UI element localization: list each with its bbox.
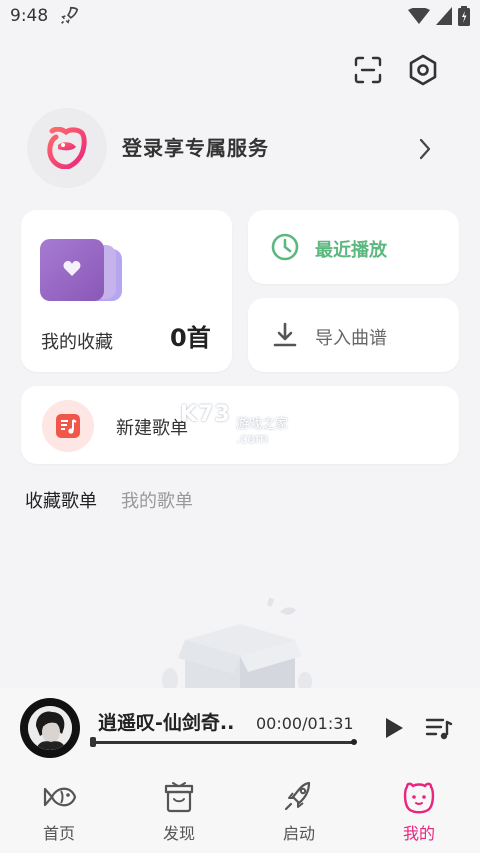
chevron-right-icon[interactable] (414, 136, 436, 162)
album-photo (28, 706, 72, 750)
nav-discover-label: 发现 (162, 824, 195, 843)
playlist-icon[interactable] (424, 714, 454, 742)
favorites-label: 我的收藏 (41, 332, 113, 353)
progress-end-dot (351, 739, 357, 745)
playback-time: 00:00/01:31 (256, 714, 354, 733)
wifi-icon (408, 8, 430, 24)
nav-launch-label: 启动 (282, 824, 315, 843)
portrait-icon (28, 706, 72, 750)
tab-collected-playlists[interactable]: 收藏歌单 (25, 487, 97, 513)
import-score-label: 导入曲谱 (315, 328, 387, 349)
login-prompt[interactable]: 登录享专属服务 (122, 132, 269, 161)
progress-track[interactable] (92, 741, 356, 744)
watermark-domain: .com (236, 432, 268, 447)
nav-mine-label: 我的 (402, 824, 435, 843)
nav-mine[interactable]: 我的 (379, 776, 459, 843)
music-note-list-icon (56, 414, 80, 438)
empty-box-illustration (162, 597, 312, 700)
progress-knob[interactable] (90, 737, 96, 747)
nav-home-label: 首页 (42, 824, 75, 843)
recent-play-label: 最近播放 (315, 240, 387, 261)
download-icon (273, 322, 297, 347)
watermark-text: 游戏之家 .com (236, 413, 288, 447)
song-title: 逍遥叹-仙剑奇.. (98, 712, 235, 734)
clock-icon (271, 233, 299, 261)
app-logo-icon (47, 127, 87, 169)
play-icon[interactable] (381, 714, 407, 742)
status-time: 9:48 (10, 6, 49, 26)
scan-icon (354, 56, 382, 84)
rocket-notification-icon (61, 6, 79, 24)
watermark-logo: K73 (180, 402, 231, 427)
new-playlist-icon-wrap (42, 400, 94, 452)
gear-icon (409, 54, 437, 86)
settings-button[interactable] (404, 51, 442, 89)
nav-home[interactable]: 首页 (19, 776, 99, 843)
nav-launch[interactable]: 启动 (259, 776, 339, 843)
status-bar: 9:48 (0, 0, 480, 34)
battery-icon (458, 6, 470, 26)
favorites-cover-icon (40, 239, 122, 301)
tab-my-playlists[interactable]: 我的歌单 (121, 487, 193, 513)
album-art[interactable] (20, 698, 80, 758)
face-icon (403, 782, 435, 814)
box-icon (164, 782, 194, 813)
fish-icon (43, 787, 77, 807)
nav-discover[interactable]: 发现 (139, 776, 219, 843)
new-playlist-label: 新建歌单 (116, 418, 188, 439)
watermark-sub: 游戏之家 (236, 417, 289, 432)
signal-icon (436, 7, 452, 25)
favorites-count: 0首 (170, 324, 211, 352)
scan-button[interactable] (350, 52, 386, 88)
rocket-icon (284, 781, 311, 811)
avatar[interactable] (27, 108, 107, 188)
